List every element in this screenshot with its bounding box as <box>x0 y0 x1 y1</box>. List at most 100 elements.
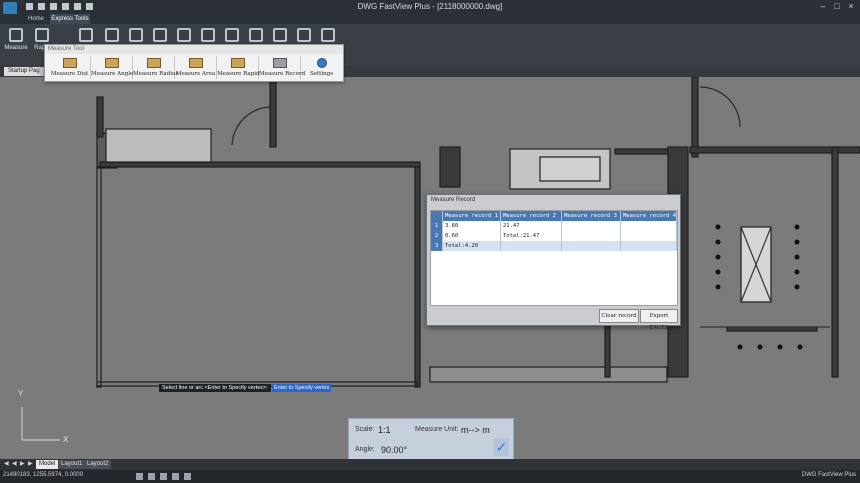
gear-icon <box>316 58 327 68</box>
command-input[interactable]: Enter to Specify vertex <box>272 384 332 392</box>
snap-icon[interactable] <box>136 473 143 480</box>
measure-info-box: Scale: 1:1 Measure Unit: m--> m Angle: 9… <box>348 418 514 461</box>
polar-icon[interactable] <box>172 473 179 480</box>
angle-label: Angle: <box>355 446 375 453</box>
measure-record-button[interactable]: Measure Record <box>259 56 306 79</box>
break-line-icon[interactable] <box>153 28 167 42</box>
table-cell[interactable] <box>562 221 621 231</box>
measure-angle-label: Measure Angle <box>91 71 134 77</box>
tab-express-tools[interactable]: Express Tools <box>50 14 90 24</box>
tab-home[interactable]: Home <box>24 14 48 24</box>
table-cell[interactable]: 21.47 <box>501 221 562 231</box>
row-number: 1 <box>431 221 443 231</box>
confirm-check-icon[interactable]: ✓ <box>494 438 509 456</box>
table-cell[interactable]: 0.60 <box>443 231 501 241</box>
brand-label: DWG FastView Plus <box>801 472 856 478</box>
cursor-coordinates: 21490183, 1255.5974, 0.0000 <box>3 472 84 478</box>
scale-value[interactable]: 1:1 <box>378 425 391 435</box>
measure-button[interactable]: Measure <box>4 28 28 62</box>
title-bar: DWG FastView Plus - [2118000000.dwg] – □… <box>0 0 860 16</box>
ucs-axis-icon <box>21 407 60 441</box>
axis-y-label: Y <box>18 389 24 398</box>
text-style-icon[interactable] <box>297 28 311 42</box>
table-cell[interactable] <box>621 241 677 251</box>
dimension-icon[interactable] <box>129 28 143 42</box>
measure-record-label: Measure Record <box>259 71 306 77</box>
zoom-icon[interactable] <box>273 28 287 42</box>
measure-radius-label: Measure Radius <box>133 71 179 77</box>
next-tab-icon[interactable]: ▶ <box>20 460 26 469</box>
column-header[interactable]: Measure record 4 <box>621 211 677 221</box>
measure-rapid-button[interactable]: Measure Rapid <box>217 56 260 79</box>
prev-tab-icon[interactable]: ◀ <box>12 460 18 469</box>
first-tab-icon[interactable]: ◀ <box>4 460 10 469</box>
layer-icon[interactable] <box>79 28 93 42</box>
measure-button-label: Measure <box>4 45 28 51</box>
export-excel-button[interactable]: Export EXCEL <box>640 309 678 331</box>
grid-icon[interactable] <box>105 28 119 42</box>
area-icon <box>188 58 203 68</box>
angle-value[interactable]: 90.00° <box>381 445 407 455</box>
tab-layout2[interactable]: Layout2 <box>84 460 112 469</box>
measure-angle-button[interactable]: Measure Angle <box>91 56 133 79</box>
copy-icon[interactable] <box>321 28 335 42</box>
rapid-icon <box>35 28 49 42</box>
measure-radius-button[interactable]: Measure Radius <box>133 56 179 79</box>
settings-button[interactable]: Settings <box>301 56 342 79</box>
table-row[interactable]: 1 3.60 21.47 <box>431 221 677 231</box>
measure-area-label: Measure Area <box>175 71 216 77</box>
column-header[interactable]: Measure record 3 <box>562 211 621 221</box>
scale-label: Scale: <box>355 426 375 433</box>
table-cell[interactable] <box>562 231 621 241</box>
angle-icon <box>104 58 119 68</box>
measure-tool-panel: Measure Tool Measure Dist Measure Angle … <box>44 44 344 82</box>
ruler-icon <box>62 58 77 68</box>
ortho-icon[interactable] <box>160 473 167 480</box>
measure-icon <box>9 28 23 42</box>
table-cell[interactable] <box>621 231 677 241</box>
table-cell[interactable]: Total:4.20 <box>443 241 501 251</box>
rapid-measure-icon <box>230 58 245 68</box>
minimize-icon[interactable]: – <box>818 1 828 11</box>
table-cell[interactable]: Total:21.47 <box>501 231 562 241</box>
axis-x-label: X <box>63 435 69 444</box>
close-icon[interactable]: × <box>846 1 856 11</box>
row-number: 3 <box>431 241 443 251</box>
tab-layout1[interactable]: Layout1 <box>58 460 86 469</box>
row-number: 2 <box>431 231 443 241</box>
grid-toggle-icon[interactable] <box>148 473 155 480</box>
measure-record-dialog: Measure Record Measure record 1 Measure … <box>426 194 681 331</box>
column-header[interactable]: Measure record 2 <box>501 211 562 221</box>
table-cell[interactable] <box>501 241 562 251</box>
window-title: DWG FastView Plus - [2118000000.dwg] <box>357 2 503 11</box>
measure-area-button[interactable]: Measure Area <box>175 56 217 79</box>
table-row[interactable]: 2 0.60 Total:21.47 <box>431 231 677 241</box>
table-cell[interactable] <box>621 221 677 231</box>
measure-dist-button[interactable]: Measure Dist <box>49 56 91 79</box>
tab-model[interactable]: Model <box>36 460 59 469</box>
triangle-icon[interactable] <box>177 28 191 42</box>
pen-icon[interactable] <box>201 28 215 42</box>
ribbon-tab-bar: Home Express Tools <box>0 14 860 24</box>
image-icon[interactable] <box>225 28 239 42</box>
measure-unit-value[interactable]: m--> m <box>461 425 490 435</box>
osnap-icon[interactable] <box>184 473 191 480</box>
layout-tab-bar: ◀ ◀ ▶ ▶ Model Layout1 Layout2 <box>0 459 860 470</box>
clear-record-button[interactable]: Clear record <box>599 309 639 323</box>
radius-icon <box>146 58 161 68</box>
export-icon[interactable] <box>249 28 263 42</box>
maximize-icon[interactable]: □ <box>832 1 842 11</box>
table-cell[interactable] <box>562 241 621 251</box>
table-header-row: Measure record 1 Measure record 2 Measur… <box>431 211 677 221</box>
table-row[interactable]: 3 Total:4.20 <box>431 241 677 251</box>
settings-label: Settings <box>309 71 334 77</box>
measure-record-table: Measure record 1 Measure record 2 Measur… <box>430 210 678 306</box>
table-cell[interactable]: 3.60 <box>443 221 501 231</box>
column-header[interactable]: Measure record 1 <box>443 211 501 221</box>
measure-rapid-label: Measure Rapid <box>217 71 260 77</box>
record-icon <box>272 58 287 68</box>
command-prompt: Select line or arc <Enter to Specify ver… <box>159 384 271 392</box>
last-tab-icon[interactable]: ▶ <box>28 460 34 469</box>
measure-record-title: Measure Record <box>431 197 476 203</box>
measure-unit-label: Measure Unit: <box>415 426 459 433</box>
